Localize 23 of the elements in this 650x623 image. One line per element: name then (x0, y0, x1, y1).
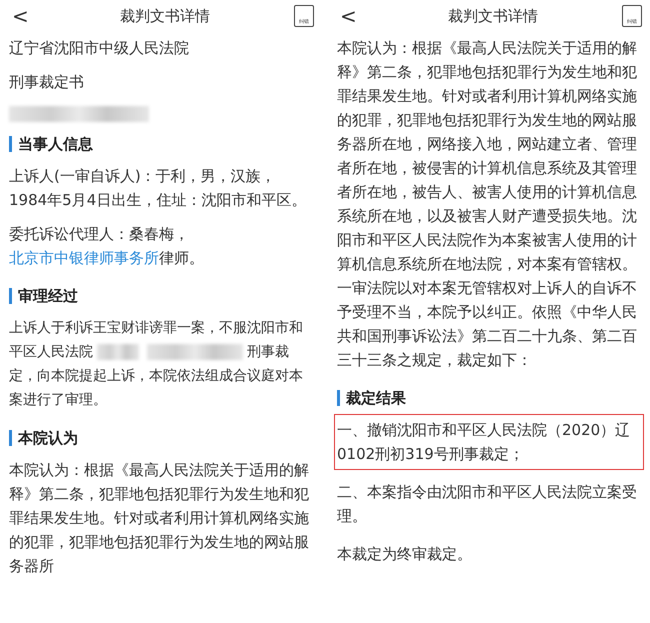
section-heading: 当事人信息 (9, 136, 313, 152)
paragraph-text: 上诉人于利诉王宝财诽谤罪一案，不服沈阳市和 (9, 319, 303, 338)
back-button[interactable]: < (340, 4, 364, 28)
ruling-item: 二、本案指令由沈阳市和平区人民法院立案受理。 (336, 482, 638, 527)
section-heading: 审理经过 (9, 288, 313, 304)
paragraph: 本裁定为终审裁定。 (337, 544, 473, 565)
section-heading: 本院认为 (9, 430, 313, 446)
paragraph-text: 刑事裁 (247, 343, 289, 362)
paragraph-text: 律师。 (159, 249, 204, 267)
paragraph-text: 委托诉讼代理人：桑春梅， (9, 225, 189, 243)
paragraph: 刑事裁定书 (9, 72, 85, 93)
ruling-item: 一、撤销沈阳市和平区人民法院（2020）辽0102刑初319号刑事裁定； (334, 414, 644, 470)
law-firm-link[interactable]: 北京市中银律师事务所 (9, 249, 159, 267)
page-title: 裁判文书详情 (448, 6, 538, 26)
page-title: 裁判文书详情 (120, 6, 210, 26)
paragraph-text: 平区人民法院 (9, 343, 93, 362)
paragraph: 辽宁省沈阳市中级人民法院 (9, 38, 190, 59)
paragraph: 上诉人(一审自诉人)：于利，男，汉族，1984年5月4日出生，住址：沈阳市和平区。 (9, 166, 308, 211)
back-button[interactable]: < (12, 4, 36, 28)
paragraph: 本院认为：根据《最高人民法院关于适用的解释》第二条，犯罪地包括犯罪行为发生地和犯罪结果发生地。针对或者利用计算机网络实施的犯罪，犯罪地包括犯罪行为发生地的网站服务器所在地，网络接入地，网站建立者、管理者所在地，被侵害的计算机信息系统及其管理者所在地，被告人、被害人使用的计算机信息系统所在地，以及被害人财产遭受损失地。沈阳市和平区人民法院作为本案被害人使用的计算机信息系统所在地法院，对本案有管辖权。一审法院以对本案无管辖权对上诉人的自诉不予受理不当，本院予以纠正。依照《中华人民共和国刑事诉讼法》第二百二十九条、第二百三十三条之规定，裁定如下： (337, 38, 638, 371)
paragraph: 本院认为：根据《最高人民法院关于适用的解释》第二条，犯罪地包括犯罪行为发生地和犯罪结果发生地。针对或者利用计算机网络实施的犯罪，犯罪地包括犯罪行为发生地的网站服务器所 (9, 460, 310, 577)
paragraph-text: 定，向本院提起上诉，本院依法组成合议庭对本案进行了审理。 (9, 367, 304, 410)
section-heading: 裁定结果 (337, 390, 641, 406)
